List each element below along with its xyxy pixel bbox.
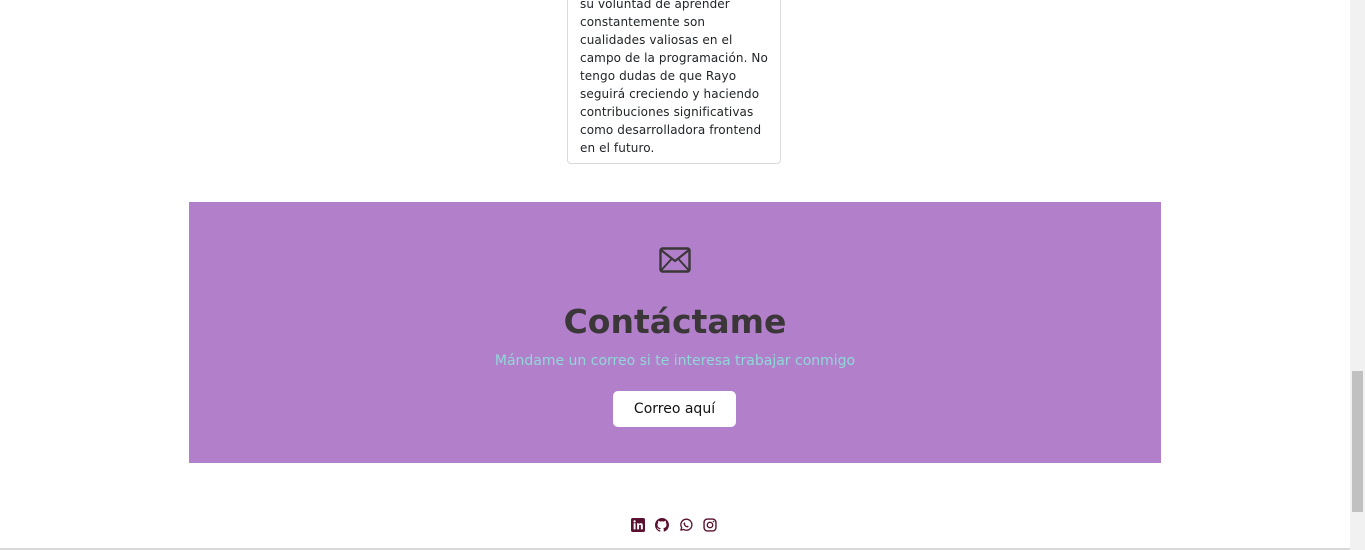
instagram-icon[interactable] [703,518,717,532]
contact-subtitle: Mándame un correo si te interesa trabaja… [494,353,856,369]
contact-title: Contáctame [563,302,787,341]
scrollbar-thumb[interactable] [1352,371,1363,512]
testimonial-text: su voluntad de aprender constantemente s… [580,0,768,155]
contact-section: Contáctame Mándame un correo si te inter… [189,202,1161,463]
page: su voluntad de aprender constantemente s… [0,0,1350,550]
whatsapp-icon[interactable] [679,518,693,532]
social-links [631,518,717,532]
vertical-scrollbar[interactable] [1350,0,1365,550]
envelope-icon [659,247,691,273]
linkedin-icon[interactable] [631,518,645,532]
email-button[interactable]: Correo aquí [613,391,736,427]
testimonial-card: su voluntad de aprender constantemente s… [567,0,781,164]
github-icon[interactable] [655,518,669,532]
